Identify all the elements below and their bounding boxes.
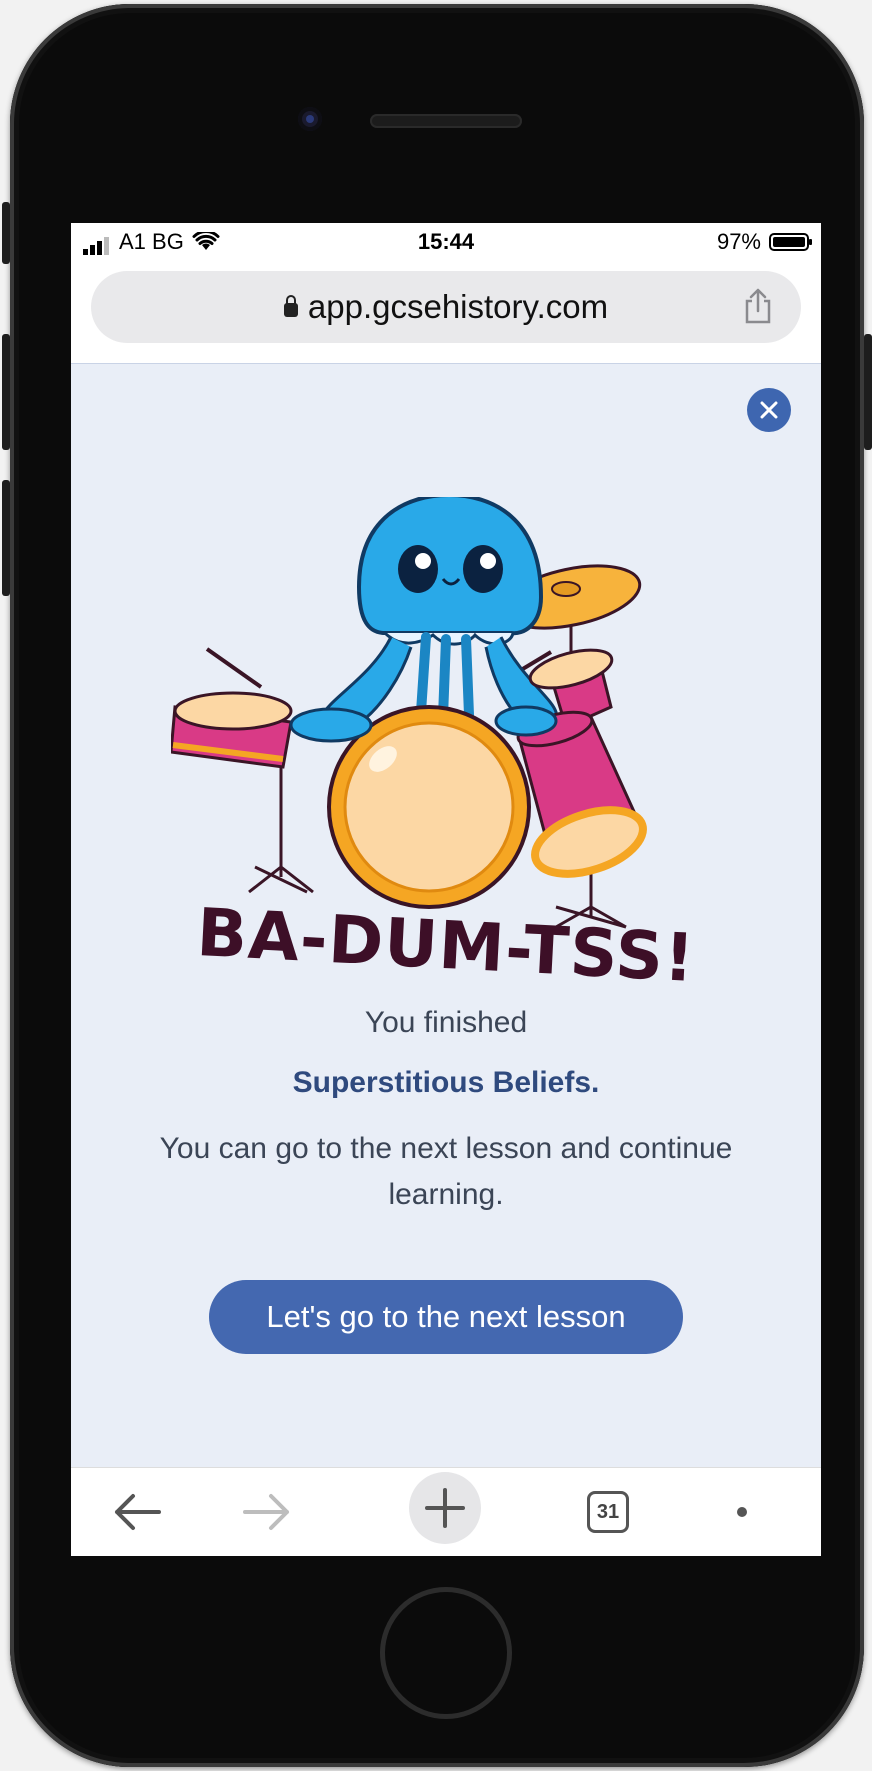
forward-arrow-icon — [243, 1494, 289, 1530]
plus-icon — [425, 1488, 465, 1528]
battery-icon — [769, 233, 812, 251]
next-lesson-button[interactable]: Let's go to the next lesson — [209, 1280, 683, 1354]
phone-frame: A1 BG 15:44 97% app.gcsehistory.com BA-D… — [2, 4, 872, 1767]
close-icon — [760, 401, 778, 419]
address-bar[interactable]: app.gcsehistory.com — [91, 271, 801, 343]
jellyfish-drummer-illustration — [171, 497, 647, 929]
earpiece-speaker — [370, 114, 522, 128]
more-button[interactable] — [707, 1480, 777, 1544]
side-button-power — [864, 334, 872, 450]
side-button-volume-down — [2, 480, 10, 596]
home-button[interactable] — [380, 1587, 512, 1719]
battery-percent: 97% — [716, 229, 761, 254]
side-button-silent — [2, 202, 10, 264]
forward-button[interactable] — [237, 1480, 297, 1544]
completion-text: You finished — [364, 1006, 528, 1039]
new-tab-button[interactable] — [409, 1472, 481, 1544]
status-time: 15:44 — [417, 229, 475, 254]
side-button-volume-up — [2, 334, 10, 450]
tabs-icon: 31 — [587, 1491, 629, 1533]
lesson-title: Superstitious Beliefs. — [292, 1066, 600, 1099]
url-text: app.gcsehistory.com — [307, 288, 609, 325]
more-icon — [737, 1507, 747, 1517]
tabs-count: 31 — [596, 1500, 620, 1523]
next-lesson-hint: You can go to the next lesson and contin… — [159, 1132, 733, 1211]
share-icon[interactable] — [743, 287, 773, 325]
completion-panel: BA-DUM-TSS! You finished Superstitious B… — [71, 452, 821, 1467]
modal-header — [71, 363, 821, 453]
browser-toolbar: 31 — [71, 1467, 821, 1556]
lock-icon — [283, 295, 298, 317]
tabs-button[interactable]: 31 — [578, 1480, 638, 1544]
status-bar: A1 BG 15:44 97% — [71, 223, 821, 263]
front-camera — [298, 107, 322, 131]
close-button[interactable] — [747, 388, 791, 432]
back-arrow-icon — [115, 1494, 161, 1530]
back-button[interactable] — [107, 1480, 167, 1544]
screen: A1 BG 15:44 97% app.gcsehistory.com BA-D… — [71, 223, 821, 1556]
